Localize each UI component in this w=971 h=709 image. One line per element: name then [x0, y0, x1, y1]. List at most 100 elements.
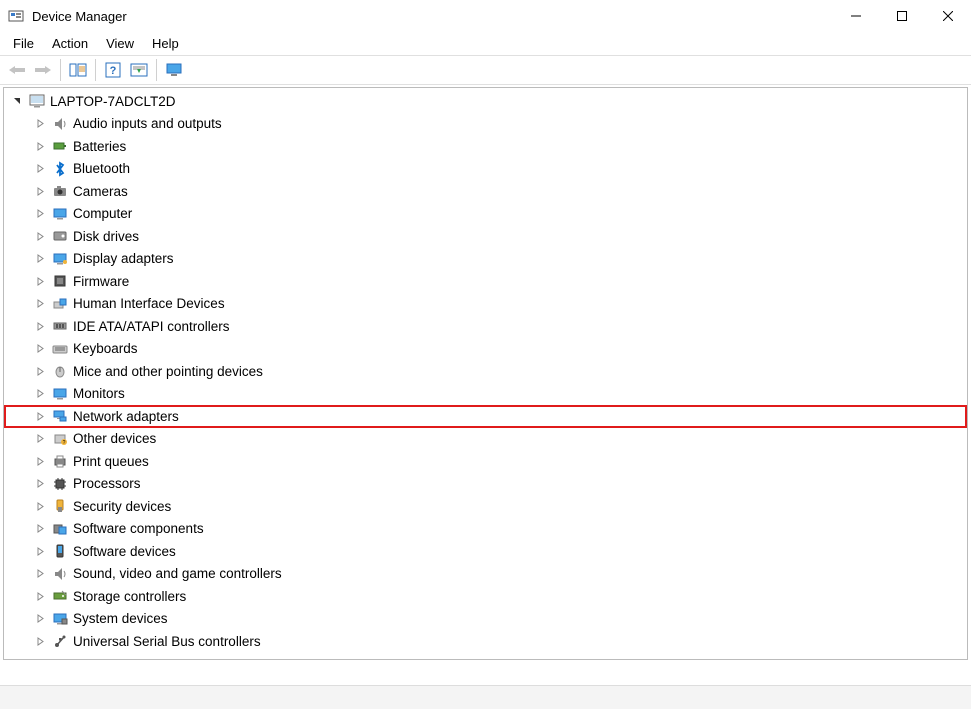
tree-item-label: Security devices [73, 499, 171, 514]
expander-collapsed-icon[interactable] [33, 319, 48, 334]
tree-item-label: Processors [73, 476, 141, 491]
tree-item-label: Disk drives [73, 229, 139, 244]
tree-item[interactable]: Mice and other pointing devices [4, 360, 967, 383]
tree-item[interactable]: Print queues [4, 450, 967, 473]
tree-item-label: Computer [73, 206, 132, 221]
tree-root-label: LAPTOP-7ADCLT2D [50, 94, 176, 109]
tree-item[interactable]: Sound, video and game controllers [4, 563, 967, 586]
device-category-icon [52, 296, 68, 312]
tree-item-label: Display adapters [73, 251, 174, 266]
expander-collapsed-icon[interactable] [33, 206, 48, 221]
expander-collapsed-icon[interactable] [33, 589, 48, 604]
menu-action[interactable]: Action [43, 34, 97, 53]
expander-collapsed-icon[interactable] [33, 341, 48, 356]
tree-item-label: Human Interface Devices [73, 296, 225, 311]
expander-collapsed-icon[interactable] [33, 364, 48, 379]
device-category-icon [52, 588, 68, 604]
menu-help[interactable]: Help [143, 34, 188, 53]
scan-hardware-button[interactable] [126, 57, 152, 83]
maximize-button[interactable] [879, 0, 925, 32]
display-monitor-button[interactable] [161, 57, 187, 83]
tree-item[interactable]: IDE ATA/ATAPI controllers [4, 315, 967, 338]
expander-collapsed-icon[interactable] [33, 139, 48, 154]
expander-collapsed-icon[interactable] [33, 431, 48, 446]
expander-collapsed-icon[interactable] [33, 274, 48, 289]
tree-item[interactable]: Keyboards [4, 338, 967, 361]
tree-item[interactable]: Software devices [4, 540, 967, 563]
tree-item[interactable]: Bluetooth [4, 158, 967, 181]
device-category-icon [52, 341, 68, 357]
device-category-icon [52, 453, 68, 469]
status-bar [0, 685, 971, 709]
device-category-icon: ? [52, 431, 68, 447]
expander-collapsed-icon[interactable] [33, 544, 48, 559]
expander-collapsed-icon[interactable] [33, 296, 48, 311]
expander-collapsed-icon[interactable] [33, 521, 48, 536]
expander-collapsed-icon[interactable] [33, 229, 48, 244]
tree-item[interactable]: Network adapters [4, 405, 967, 428]
menu-file[interactable]: File [4, 34, 43, 53]
tree-item[interactable]: Display adapters [4, 248, 967, 271]
help-button[interactable]: ? [100, 57, 126, 83]
device-category-icon [52, 363, 68, 379]
tree-item-label: Storage controllers [73, 589, 186, 604]
toolbar-separator [60, 59, 61, 81]
close-button[interactable] [925, 0, 971, 32]
expander-expanded-icon[interactable] [10, 94, 25, 109]
tree-item-label: Universal Serial Bus controllers [73, 634, 261, 649]
toolbar-separator [95, 59, 96, 81]
device-category-icon [52, 566, 68, 582]
device-category-icon [52, 633, 68, 649]
tree-item[interactable]: ?Other devices [4, 428, 967, 451]
menu-bar: File Action View Help [0, 32, 971, 55]
back-button [4, 57, 30, 83]
tree-item-label: Batteries [73, 139, 126, 154]
device-tree[interactable]: LAPTOP-7ADCLT2D Audio inputs and outputs… [3, 87, 968, 660]
device-category-icon [52, 521, 68, 537]
expander-collapsed-icon[interactable] [33, 251, 48, 266]
show-hide-console-button[interactable] [65, 57, 91, 83]
expander-collapsed-icon[interactable] [33, 386, 48, 401]
minimize-button[interactable] [833, 0, 879, 32]
tree-item[interactable]: Software components [4, 518, 967, 541]
expander-collapsed-icon[interactable] [33, 161, 48, 176]
expander-collapsed-icon[interactable] [33, 499, 48, 514]
toolbar: ? [0, 55, 971, 85]
toolbar-separator [156, 59, 157, 81]
expander-collapsed-icon[interactable] [33, 184, 48, 199]
device-category-icon [52, 386, 68, 402]
device-category-icon [52, 408, 68, 424]
expander-collapsed-icon[interactable] [33, 476, 48, 491]
tree-item-label: Firmware [73, 274, 129, 289]
tree-item[interactable]: Processors [4, 473, 967, 496]
device-category-icon [52, 183, 68, 199]
tree-item[interactable]: Computer [4, 203, 967, 226]
expander-collapsed-icon[interactable] [33, 454, 48, 469]
tree-item[interactable]: Universal Serial Bus controllers [4, 630, 967, 653]
expander-collapsed-icon[interactable] [33, 611, 48, 626]
device-category-icon [52, 251, 68, 267]
window-title: Device Manager [32, 9, 833, 24]
tree-root[interactable]: LAPTOP-7ADCLT2D [4, 90, 967, 113]
tree-item[interactable]: Firmware [4, 270, 967, 293]
menu-view[interactable]: View [97, 34, 143, 53]
tree-item[interactable]: Batteries [4, 135, 967, 158]
tree-item[interactable]: Cameras [4, 180, 967, 203]
tree-item[interactable]: Human Interface Devices [4, 293, 967, 316]
tree-item[interactable]: Security devices [4, 495, 967, 518]
title-bar: Device Manager [0, 0, 971, 32]
tree-item[interactable]: Storage controllers [4, 585, 967, 608]
tree-item-label: Audio inputs and outputs [73, 116, 222, 131]
expander-collapsed-icon[interactable] [33, 116, 48, 131]
expander-collapsed-icon[interactable] [33, 409, 48, 424]
expander-collapsed-icon[interactable] [33, 566, 48, 581]
tree-item-label: Cameras [73, 184, 128, 199]
tree-item-label: Software devices [73, 544, 176, 559]
tree-item[interactable]: Disk drives [4, 225, 967, 248]
expander-collapsed-icon[interactable] [33, 634, 48, 649]
tree-item[interactable]: Audio inputs and outputs [4, 113, 967, 136]
tree-item[interactable]: Monitors [4, 383, 967, 406]
device-category-icon [52, 161, 68, 177]
svg-text:?: ? [63, 440, 66, 446]
tree-item[interactable]: System devices [4, 608, 967, 631]
